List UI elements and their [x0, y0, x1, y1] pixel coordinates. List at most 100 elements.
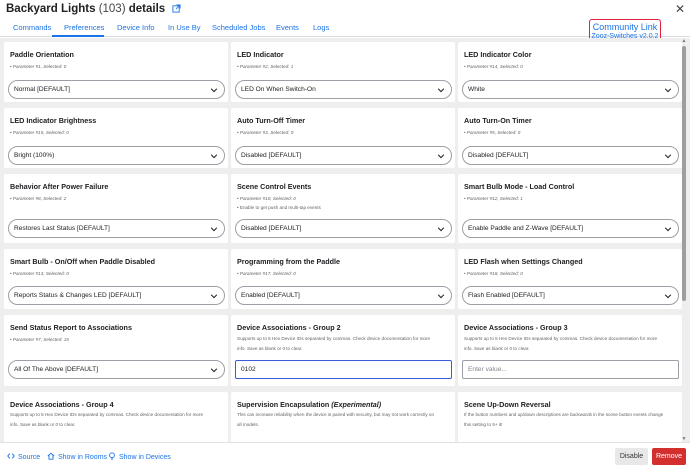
- disable-button[interactable]: Disable: [615, 448, 648, 465]
- pref-card-paddle-orientation: Paddle Orientation • Parameter #1, Selec…: [4, 42, 228, 102]
- chevron-down-icon: [437, 88, 445, 93]
- pref-param: • Parameter #1, Selected: 0: [10, 64, 67, 69]
- tab-events[interactable]: Events: [276, 23, 299, 32]
- chevron-down-icon: [210, 154, 218, 159]
- paddle-orientation-select[interactable]: Normal [DEFAULT]: [8, 80, 225, 99]
- external-link-icon[interactable]: [172, 4, 181, 13]
- tab-preferences[interactable]: Preferences: [64, 23, 104, 32]
- pref-title: Send Status Report to Associations: [10, 323, 132, 332]
- pref-title: Scene Up-Down Reversal: [464, 400, 551, 409]
- programming-paddle-select[interactable]: Enabled [DEFAULT]: [235, 286, 452, 305]
- pref-card-assoc-group-4: Device Associations - Group 4 Supports u…: [4, 392, 228, 442]
- led-indicator-select[interactable]: LED On When Switch-On: [235, 80, 452, 99]
- tab-device-info[interactable]: Device Info: [117, 23, 155, 32]
- pref-description: Supports up to 5 Hex Device IDs separate…: [10, 412, 204, 427]
- pref-title: Paddle Orientation: [10, 50, 74, 59]
- select-value: Enable Paddle and Z-Wave [DEFAULT]: [468, 225, 584, 232]
- chevron-down-icon: [210, 88, 218, 93]
- assoc-group-3-input[interactable]: [462, 360, 679, 379]
- pref-param: • Parameter #7, Selected: 15: [10, 337, 69, 342]
- pref-card-smart-bulb-paddle-disabled: Smart Bulb - On/Off when Paddle Disabled…: [4, 249, 228, 309]
- led-brightness-select[interactable]: Bright (100%): [8, 146, 225, 165]
- smart-bulb-mode-select[interactable]: Enable Paddle and Z-Wave [DEFAULT]: [462, 219, 679, 238]
- show-in-devices-link[interactable]: Show in Devices: [108, 452, 171, 461]
- pref-param: • Parameter #2, Selected: 1: [237, 64, 294, 69]
- preferences-grid: Paddle Orientation • Parameter #1, Selec…: [0, 38, 690, 442]
- pref-card-led-indicator: LED Indicator • Parameter #2, Selected: …: [231, 42, 455, 102]
- pref-title: Behavior After Power Failure: [10, 182, 109, 191]
- show-in-rooms-link[interactable]: Show in Rooms: [47, 452, 107, 461]
- status-report-select[interactable]: All Of The Above [DEFAULT]: [8, 360, 225, 379]
- tab-in-use-by[interactable]: In Use By: [168, 23, 201, 32]
- footer-bar: Source Show in Rooms Show in Devices Dis…: [0, 442, 690, 467]
- chevron-down-icon: [210, 368, 218, 373]
- tab-scheduled-jobs[interactable]: Scheduled Jobs: [212, 23, 265, 32]
- chevron-down-icon: [210, 227, 218, 232]
- remove-button[interactable]: Remove: [652, 448, 686, 465]
- pref-description: If the button numbers and up/down descri…: [464, 412, 664, 427]
- pref-title: Device Associations - Group 2: [237, 323, 341, 332]
- code-icon: [7, 453, 15, 459]
- home-icon: [47, 452, 55, 460]
- pref-title-text: Supervision Encapsulation: [237, 400, 330, 409]
- auto-turn-off-select[interactable]: Disabled [DEFAULT]: [235, 146, 452, 165]
- chevron-down-icon: [664, 88, 672, 93]
- community-link-heading[interactable]: Community Link: [590, 22, 660, 32]
- active-tab-indicator: [52, 35, 104, 37]
- pref-card-smart-bulb-mode: Smart Bulb Mode - Load Control • Paramet…: [458, 174, 682, 243]
- pref-title: LED Indicator Color: [464, 50, 532, 59]
- pref-card-auto-turn-off-timer: Auto Turn-Off Timer • Parameter #3, Sele…: [231, 108, 455, 168]
- select-value: Disabled [DEFAULT]: [241, 152, 302, 159]
- pref-title: LED Flash when Settings Changed: [464, 257, 583, 266]
- title-suffix: details: [128, 3, 166, 15]
- chevron-down-icon: [437, 227, 445, 232]
- pref-title: Device Associations - Group 3: [464, 323, 568, 332]
- vertical-scrollbar[interactable]: ▲ ▼: [681, 38, 687, 442]
- pref-title: Auto Turn-On Timer: [464, 116, 532, 125]
- pref-card-status-report: Send Status Report to Associations • Par…: [4, 315, 228, 386]
- pref-description: Supports up to 5 Hex Device IDs separate…: [464, 336, 658, 351]
- scroll-up-icon[interactable]: ▲: [681, 38, 687, 44]
- pref-title: Supervision Encapsulation (Experimental): [237, 400, 381, 409]
- source-link[interactable]: Source: [7, 452, 40, 461]
- select-value: Flash Enabled [DEFAULT]: [468, 292, 545, 299]
- rooms-label: Show in Rooms: [58, 454, 108, 461]
- title-bar: Backyard Lights (103) details ✕: [0, 0, 690, 18]
- pref-card-power-failure: Behavior After Power Failure • Parameter…: [4, 174, 228, 243]
- pref-card-led-indicator-color: LED Indicator Color • Parameter #14, Sel…: [458, 42, 682, 102]
- pref-card-supervision-encapsulation: Supervision Encapsulation (Experimental)…: [231, 392, 455, 442]
- chevron-down-icon: [210, 294, 218, 299]
- select-value: LED On When Switch-On: [241, 86, 316, 93]
- chevron-down-icon: [664, 154, 672, 159]
- pref-title: Device Associations - Group 4: [10, 400, 114, 409]
- auto-turn-on-select[interactable]: Disabled [DEFAULT]: [462, 146, 679, 165]
- pref-title: Smart Bulb - On/Off when Paddle Disabled: [10, 257, 155, 266]
- pref-description: Supports up to 5 Hex Device IDs separate…: [237, 336, 431, 351]
- tab-bar: Commands Preferences Device Info In Use …: [0, 18, 690, 37]
- pref-title: Programming from the Paddle: [237, 257, 341, 266]
- pref-param: • Parameter #13, Selected: 0: [10, 271, 69, 276]
- device-id: (103): [98, 3, 126, 15]
- chevron-down-icon: [437, 154, 445, 159]
- pref-param: • Parameter #14, Selected: 0: [464, 64, 523, 69]
- led-flash-select[interactable]: Flash Enabled [DEFAULT]: [462, 286, 679, 305]
- pref-description: This can increase reliability when the d…: [237, 412, 435, 427]
- pref-card-assoc-group-3: Device Associations - Group 3 Supports u…: [458, 315, 682, 386]
- tab-commands[interactable]: Commands: [13, 23, 51, 32]
- led-indicator-color-select[interactable]: White: [462, 80, 679, 99]
- close-icon[interactable]: ✕: [675, 2, 685, 16]
- select-value: Disabled [DEFAULT]: [241, 225, 302, 232]
- select-value: All Of The Above [DEFAULT]: [14, 366, 99, 373]
- scrollbar-thumb[interactable]: [682, 46, 686, 301]
- select-value: White: [468, 86, 485, 93]
- scene-control-select[interactable]: Disabled [DEFAULT]: [235, 219, 452, 238]
- select-value: Disabled [DEFAULT]: [468, 152, 529, 159]
- pref-card-led-indicator-brightness: LED Indicator Brightness • Parameter #15…: [4, 108, 228, 168]
- pref-param: • Parameter #12, Selected: 1: [464, 196, 523, 201]
- smart-bulb-paddle-select[interactable]: Reports Status & Changes LED [DEFAULT]: [8, 286, 225, 305]
- power-failure-select[interactable]: Restores Last Status [DEFAULT]: [8, 219, 225, 238]
- pref-param: • Parameter #17, Selected: 0: [237, 271, 296, 276]
- assoc-group-2-input[interactable]: [235, 360, 452, 379]
- pref-title-tag: (Experimental): [331, 400, 382, 409]
- tab-logs[interactable]: Logs: [313, 23, 329, 32]
